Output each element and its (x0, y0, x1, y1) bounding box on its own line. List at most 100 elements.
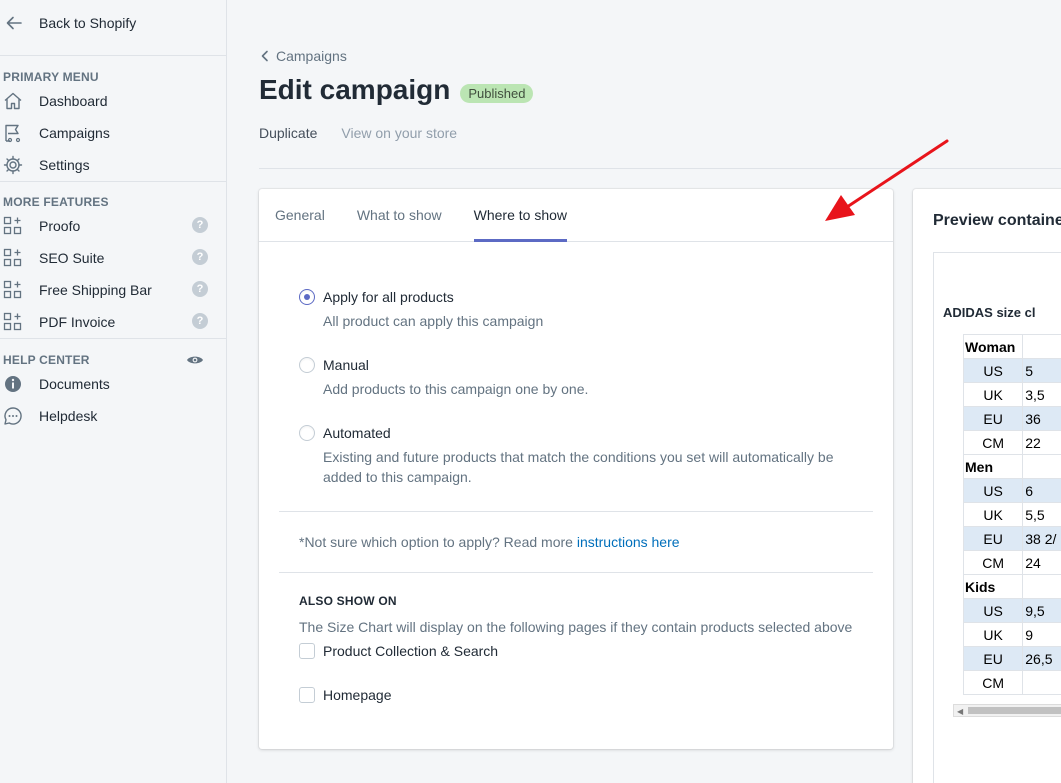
back-to-shopify-link[interactable]: Back to Shopify (0, 0, 226, 46)
sidebar-item-helpdesk[interactable]: Helpdesk (0, 400, 226, 432)
instructions-note: *Not sure which option to apply? Read mo… (299, 534, 680, 550)
apps-add-icon (2, 247, 24, 269)
help-center-title: HELP CENTER (3, 353, 90, 367)
option-label: Automated (323, 425, 391, 441)
sidebar-item-label: Proofo (39, 218, 81, 234)
sidebar-item-proofo[interactable]: Proofo ? (0, 210, 226, 242)
breadcrumb-label: Campaigns (276, 48, 347, 64)
page-title: Edit campaign (259, 74, 451, 105)
size-row: EU 36 (962, 406, 1061, 431)
empty-cell (1022, 454, 1061, 479)
scroll-left-icon[interactable]: ◀ (957, 707, 963, 716)
size-row: CM (962, 670, 1061, 695)
radio-button[interactable] (299, 425, 315, 441)
section-divider (279, 572, 873, 573)
instructions-link[interactable]: instructions here (577, 534, 680, 550)
more-features-title: MORE FEATURES (3, 195, 109, 209)
checkbox-homepage[interactable]: Homepage (299, 687, 392, 703)
sidebar-item-settings[interactable]: Settings (0, 149, 226, 181)
size-row: CM 24 (962, 550, 1061, 575)
help-icon[interactable]: ? (192, 281, 208, 297)
primary-menu-title: PRIMARY MENU (3, 70, 99, 84)
checkbox-box[interactable] (299, 687, 315, 703)
empty-cell (1022, 574, 1061, 599)
preview-card: Preview containe ADIDAS size cl Woman US 5… (913, 189, 1061, 783)
sidebar-item-seo-suite[interactable]: SEO Suite ? (0, 242, 226, 274)
option-label: Apply for all products (323, 289, 454, 305)
option-all-products[interactable]: Apply for all products All product can a… (299, 289, 843, 331)
option-description: All product can apply this campaign (323, 313, 544, 329)
size-system-cell: US (962, 598, 1024, 623)
size-value-cell: 6 (1022, 478, 1061, 503)
back-label: Back to Shopify (39, 15, 137, 31)
breadcrumb[interactable]: Campaigns (260, 48, 347, 64)
size-row: US 6 (962, 478, 1061, 503)
chevron-left-icon (261, 50, 268, 62)
sidebar: Back to Shopify PRIMARY MENU Dashboard C… (0, 0, 227, 783)
horizontal-scrollbar[interactable]: ◀ (953, 704, 1061, 717)
group-name: Men (962, 454, 1024, 479)
home-icon (2, 90, 24, 112)
size-value-cell: 5 (1022, 358, 1061, 383)
sidebar-item-label: Free Shipping Bar (39, 282, 152, 298)
sidebar-item-campaigns[interactable]: Campaigns (0, 117, 226, 149)
status-badge: Published (460, 83, 534, 103)
checkbox-product-collection[interactable]: Product Collection & Search (299, 643, 498, 659)
size-row: US 9,5 (962, 598, 1061, 623)
option-automated[interactable]: Automated Existing and future products t… (299, 425, 843, 487)
size-row: UK 9 (962, 622, 1061, 647)
view-on-store-link[interactable]: View on your store (341, 125, 457, 141)
eye-icon[interactable] (186, 354, 204, 366)
campaign-settings-card: General What to show Where to show Apply… (259, 189, 893, 749)
help-icon[interactable]: ? (192, 313, 208, 329)
size-value-cell: 3,5 (1022, 382, 1061, 407)
also-show-description: The Size Chart will display on the follo… (299, 619, 853, 635)
section-divider (279, 511, 873, 512)
option-manual[interactable]: Manual Add products to this campaign one… (299, 357, 843, 399)
size-system-cell: US (962, 358, 1024, 383)
size-chart-table: Woman US 5 UK 3,5 EU 36 CM 22 Men US 6 UK 5,5 EU 38 2/C… (962, 334, 1061, 695)
checkbox-box[interactable] (299, 643, 315, 659)
size-chart-title: ADIDAS size cl (943, 305, 1036, 320)
sidebar-item-pdf-invoice[interactable]: PDF Invoice ? (0, 306, 226, 338)
help-icon[interactable]: ? (192, 249, 208, 265)
size-system-cell: UK (962, 382, 1024, 407)
size-system-cell: EU (962, 646, 1024, 671)
size-system-cell: US (962, 478, 1024, 503)
help-center-header: HELP CENTER (0, 352, 226, 368)
size-value-cell (1022, 670, 1061, 695)
info-icon (2, 373, 24, 395)
sidebar-item-label: SEO Suite (39, 250, 105, 266)
size-system-cell: UK (962, 622, 1024, 647)
arrow-left-icon (6, 16, 22, 30)
sidebar-item-dashboard[interactable]: Dashboard (0, 85, 226, 117)
sidebar-item-label: Settings (39, 157, 90, 173)
main-content: Campaigns Edit campaign Published Duplic… (227, 0, 1061, 783)
tab-what-to-show[interactable]: What to show (357, 189, 442, 241)
sidebar-item-documents[interactable]: Documents (0, 368, 226, 400)
sidebar-item-free-shipping-bar[interactable]: Free Shipping Bar ? (0, 274, 226, 306)
size-system-cell: EU (962, 406, 1024, 431)
duplicate-button[interactable]: Duplicate (259, 125, 317, 141)
size-row: CM 22 (962, 430, 1061, 455)
tab-general[interactable]: General (275, 189, 325, 241)
sidebar-item-label: PDF Invoice (39, 314, 116, 330)
group-name: Kids (962, 574, 1024, 599)
apps-add-icon (2, 311, 24, 333)
size-value-cell: 26,5 (1022, 646, 1061, 671)
sidebar-divider (0, 181, 226, 182)
tab-where-to-show[interactable]: Where to show (473, 189, 568, 242)
size-row: UK 5,5 (962, 502, 1061, 527)
size-system-cell: CM (962, 670, 1024, 695)
radio-button[interactable] (299, 357, 315, 373)
option-description: Existing and future products that match … (323, 449, 834, 485)
size-group-row: Men (962, 454, 1061, 479)
radio-button[interactable] (299, 289, 315, 305)
empty-cell (1022, 334, 1061, 359)
checkbox-label: Homepage (323, 687, 392, 703)
sidebar-item-label: Campaigns (39, 125, 110, 141)
size-value-cell: 36 (1022, 406, 1061, 431)
help-icon[interactable]: ? (192, 217, 208, 233)
scrollbar-thumb[interactable] (968, 707, 1061, 714)
note-text: *Not sure which option to apply? Read mo… (299, 534, 577, 550)
